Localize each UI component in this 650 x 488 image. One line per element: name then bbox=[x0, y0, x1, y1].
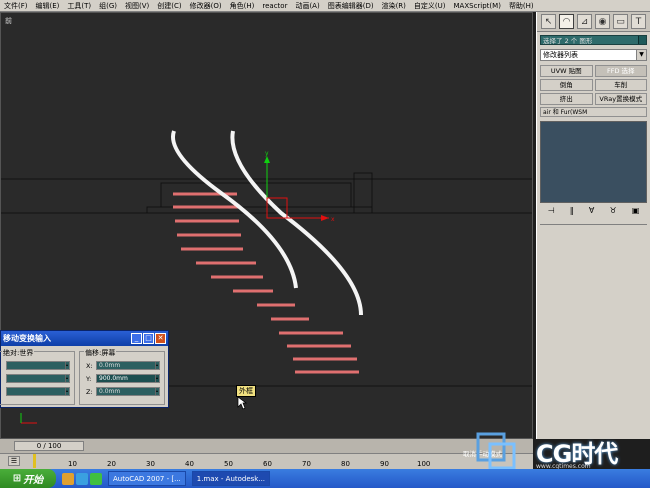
dialog-titlebar[interactable]: 移动变换输入 _ □ ✕ bbox=[1, 331, 168, 346]
tick-label: 100 bbox=[417, 460, 431, 468]
abs-y-spinner[interactable]: ▴ bbox=[6, 374, 70, 383]
command-panel-tabs: ↖ ◠ ⊿ ◉ ▭ T bbox=[537, 12, 650, 32]
svg-text:x: x bbox=[331, 216, 335, 223]
menu-item[interactable]: 修改器(O) bbox=[186, 1, 226, 11]
windows-flag-icon: ⊞ bbox=[12, 473, 22, 484]
offset-y-value: 900.0mm bbox=[99, 375, 128, 382]
display-icon[interactable]: ▭ bbox=[613, 14, 628, 29]
menu-item[interactable]: 角色(H) bbox=[226, 1, 259, 11]
offset-z-spinner[interactable]: 0.0mm ▴ bbox=[96, 387, 160, 396]
taskbar-item-3dsmax[interactable]: 1.max - Autodesk... bbox=[191, 471, 271, 486]
modifier-list-dropdown[interactable]: 修改器列表 ▼ bbox=[540, 49, 647, 61]
offset-z-value: 0.0mm bbox=[99, 388, 121, 395]
tick-label: 10 bbox=[68, 460, 77, 468]
tick-label: 30 bbox=[146, 460, 155, 468]
menu-item[interactable]: 帮助(H) bbox=[505, 1, 538, 11]
uvw-map-button[interactable]: UVW 贴图 bbox=[540, 65, 593, 77]
motion-icon[interactable]: ◉ bbox=[595, 14, 610, 29]
minimize-icon[interactable]: _ bbox=[131, 333, 142, 344]
track-bar-menu-icon[interactable]: ☰ bbox=[8, 456, 20, 466]
ie-icon[interactable] bbox=[76, 472, 88, 485]
time-slider[interactable]: 0 / 100 bbox=[14, 441, 84, 451]
start-label: 开始 bbox=[23, 475, 44, 486]
bevel-button[interactable]: 倒角 bbox=[540, 79, 593, 91]
tick-label: 50 bbox=[224, 460, 233, 468]
ffd-select-button[interactable]: FFD 选择 bbox=[594, 65, 647, 77]
absolute-group: 绝对:世界 ▴ ▴ ▴ bbox=[0, 348, 75, 405]
chevron-down-icon[interactable]: ▼ bbox=[636, 50, 646, 60]
extrude-button[interactable]: 挤出 bbox=[540, 93, 593, 105]
menu-item[interactable]: 创建(C) bbox=[153, 1, 185, 11]
offset-x-value: 0.0mm bbox=[99, 362, 121, 369]
vray-displace-button[interactable]: VRay置换模式 bbox=[594, 93, 647, 105]
maximize-icon[interactable]: □ bbox=[143, 333, 154, 344]
task-label: 1.max - Autodesk... bbox=[196, 474, 266, 483]
modifier-list-label: 修改器列表 bbox=[543, 51, 578, 59]
app-icon[interactable] bbox=[90, 472, 102, 485]
z-label: Z: bbox=[86, 388, 93, 396]
menu-item[interactable]: 编辑(E) bbox=[32, 1, 64, 11]
cursor-icon[interactable]: ↖ bbox=[541, 14, 556, 29]
hair-fur-button[interactable]: air 和 Fur(WSM bbox=[540, 107, 647, 117]
svg-text:y: y bbox=[265, 150, 269, 157]
object-name-field[interactable]: 选择了 2 个 图形 bbox=[540, 35, 647, 45]
y-label: Y: bbox=[86, 375, 92, 383]
windows-taskbar: ⊞ 开始 AutoCAD 2007 - [... 1.max - Autodes… bbox=[0, 469, 650, 488]
offset-group-label: 偏移:屏幕 bbox=[84, 348, 117, 358]
command-panel: ↖ ◠ ⊿ ◉ ▭ T 选择了 2 个 图形 修改器列表 ▼ UVW 贴图 FF… bbox=[536, 12, 650, 439]
parameters-rollout bbox=[540, 224, 647, 414]
timeline-bar: 0 / 100 bbox=[0, 439, 533, 453]
start-button[interactable]: ⊞ 开始 bbox=[0, 469, 56, 488]
offset-x-spinner[interactable]: 0.0mm ▴ bbox=[96, 361, 160, 370]
close-icon[interactable]: ✕ bbox=[155, 333, 166, 344]
abs-z-spinner[interactable]: ▴ bbox=[6, 387, 70, 396]
configure-icon[interactable]: ▣ bbox=[632, 206, 640, 218]
remove-icon[interactable]: ♉ bbox=[610, 206, 617, 218]
menu-item[interactable]: 组(G) bbox=[95, 1, 121, 11]
utilities-icon[interactable]: T bbox=[631, 14, 646, 29]
menu-item[interactable]: 文件(F) bbox=[0, 1, 32, 11]
quick-launch bbox=[62, 472, 102, 485]
hierarchy-icon[interactable]: ⊿ bbox=[577, 14, 592, 29]
explorer-icon[interactable] bbox=[62, 472, 74, 485]
absolute-group-label: 绝对:世界 bbox=[2, 348, 35, 358]
offset-y-spinner[interactable]: 900.0mm ▴ bbox=[96, 374, 160, 383]
dialog-title: 移动变换输入 bbox=[3, 334, 51, 343]
menu-bar: 文件(F) 编辑(E) 工具(T) 组(G) 视图(V) 创建(C) 修改器(O) 角色(H)… bbox=[0, 0, 650, 12]
tick-label: 90 bbox=[380, 460, 389, 468]
offset-group: 偏移:屏幕 X: 0.0mm ▴ Y: 900.0mm ▴ Z: 0.0mm ▴ bbox=[79, 348, 165, 405]
menu-item[interactable]: reactor bbox=[258, 2, 291, 10]
tick-label: 70 bbox=[302, 460, 311, 468]
taskbar-item-autocad[interactable]: AutoCAD 2007 - [... bbox=[108, 471, 186, 486]
tick-label: 20 bbox=[107, 460, 116, 468]
tick-label: 40 bbox=[185, 460, 194, 468]
pin-icon[interactable]: ⊣ bbox=[548, 206, 555, 218]
menu-item[interactable]: 渲染(R) bbox=[378, 1, 410, 11]
menu-item[interactable]: 自定义(U) bbox=[410, 1, 450, 11]
x-label: X: bbox=[86, 362, 93, 370]
tick-label: 80 bbox=[341, 460, 350, 468]
object-color-swatch[interactable] bbox=[638, 36, 646, 44]
object-name-text: 选择了 2 个 图形 bbox=[543, 37, 593, 45]
modifier-buttons: UVW 贴图 FFD 选择 倒角 车削 挤出 VRay置换模式 bbox=[540, 65, 647, 105]
move-transform-dialog: 移动变换输入 _ □ ✕ 绝对:世界 ▴ ▴ ▴ 偏移:屏幕 X: 0.0mm ▴… bbox=[0, 330, 169, 408]
menu-item[interactable]: 视图(V) bbox=[121, 1, 153, 11]
track-bar[interactable]: ☰ 10 20 30 40 50 60 70 80 90 100 bbox=[0, 453, 533, 469]
show-end-icon[interactable]: ‖ bbox=[570, 206, 574, 218]
unique-icon[interactable]: ∀ bbox=[589, 206, 594, 218]
modify-icon[interactable]: ◠ bbox=[559, 14, 574, 29]
stack-tools: ⊣ ‖ ∀ ♉ ▣ bbox=[540, 206, 647, 218]
mouse-cursor-icon bbox=[237, 396, 247, 410]
menu-item[interactable]: 工具(T) bbox=[63, 1, 95, 11]
tick-label: 60 bbox=[263, 460, 272, 468]
task-label: AutoCAD 2007 - [... bbox=[113, 474, 181, 483]
modifier-stack-view[interactable] bbox=[540, 121, 647, 203]
menu-item[interactable]: 动画(A) bbox=[291, 1, 323, 11]
menu-item[interactable]: MAXScript(M) bbox=[450, 2, 505, 10]
abs-x-spinner[interactable]: ▴ bbox=[6, 361, 70, 370]
time-cursor[interactable] bbox=[33, 454, 36, 468]
menu-item[interactable]: 图表编辑器(D) bbox=[324, 1, 378, 11]
lathe-button[interactable]: 车削 bbox=[594, 79, 647, 91]
